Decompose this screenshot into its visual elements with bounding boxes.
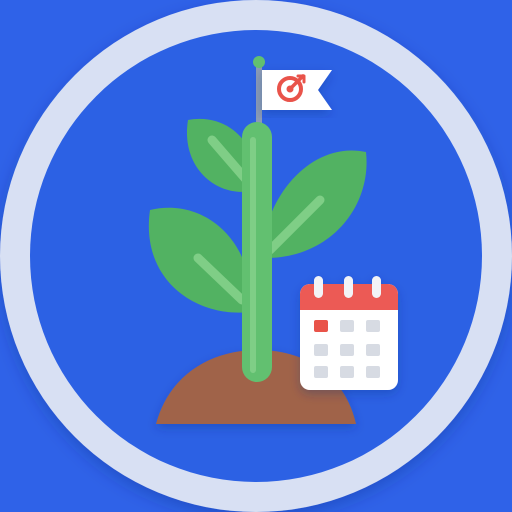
app-icon xyxy=(0,0,512,512)
app-icon-artwork xyxy=(0,0,512,512)
plant-stem xyxy=(242,122,272,382)
calendar-icon xyxy=(300,276,398,390)
flag-pole-knob xyxy=(253,56,265,68)
